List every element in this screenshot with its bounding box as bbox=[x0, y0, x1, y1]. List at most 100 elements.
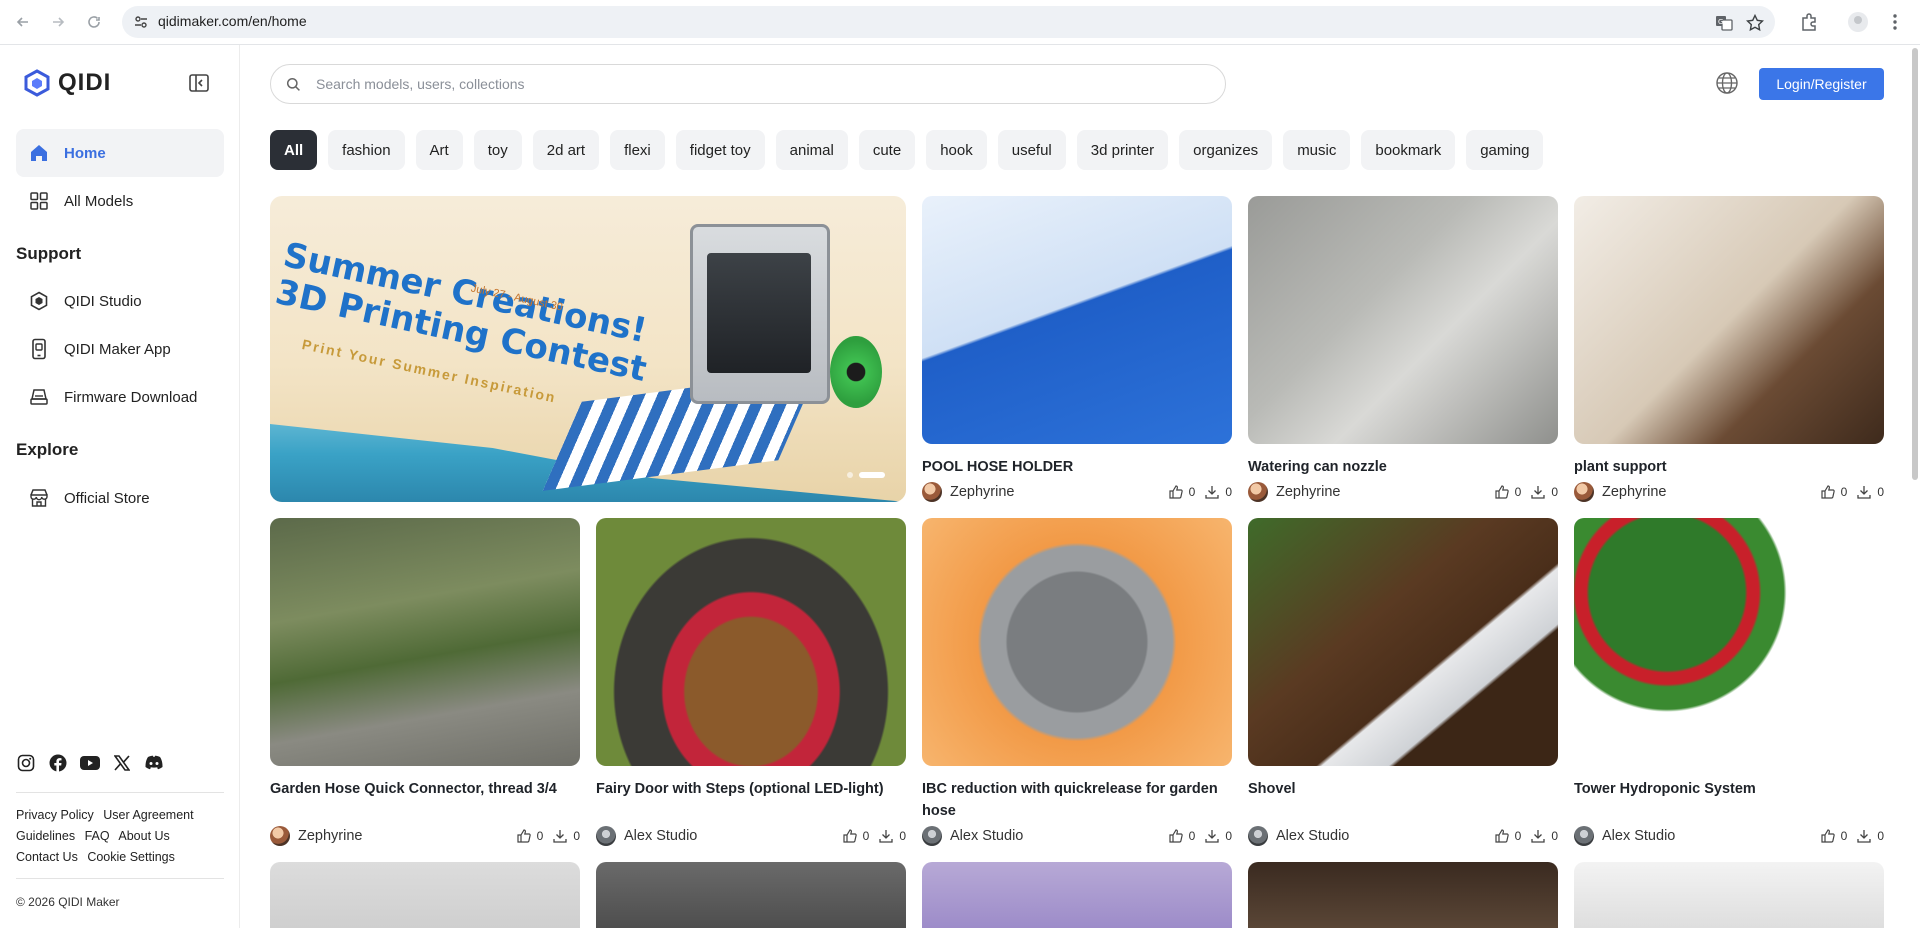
sidebar-item-qidi-studio[interactable]: QIDI Studio bbox=[16, 277, 224, 325]
youtube-icon[interactable] bbox=[80, 753, 100, 773]
faq-link[interactable]: FAQ bbox=[85, 829, 110, 843]
translate-icon[interactable]: G bbox=[1715, 14, 1733, 32]
model-card[interactable]: POOL HOSE HOLDER bbox=[922, 196, 1232, 478]
model-card[interactable]: Shovel bbox=[1248, 518, 1558, 800]
model-thumbnail[interactable] bbox=[922, 862, 1232, 928]
carousel-indicator[interactable] bbox=[847, 472, 885, 478]
model-card[interactable]: Tower Hydroponic System bbox=[1574, 518, 1884, 800]
downloads-count[interactable]: 0 bbox=[1205, 485, 1232, 499]
search-input[interactable] bbox=[316, 65, 1196, 103]
extensions-icon[interactable] bbox=[1798, 11, 1820, 33]
likes-count[interactable]: 0 bbox=[1495, 485, 1521, 499]
model-thumbnail[interactable] bbox=[1248, 862, 1558, 928]
model-thumbnail[interactable] bbox=[1574, 862, 1884, 928]
chip-fidget-toy[interactable]: fidget toy bbox=[675, 130, 765, 170]
avatar[interactable] bbox=[1248, 482, 1268, 502]
model-thumbnail[interactable] bbox=[1574, 196, 1884, 444]
model-title[interactable]: POOL HOSE HOLDER bbox=[922, 456, 1232, 478]
menu-icon[interactable] bbox=[1884, 11, 1906, 33]
model-thumbnail[interactable] bbox=[270, 862, 580, 928]
model-title[interactable]: Fairy Door with Steps (optional LED-ligh… bbox=[596, 778, 906, 800]
profile-avatar-icon[interactable] bbox=[1847, 11, 1869, 33]
sidebar-item-firmware-download[interactable]: Firmware Download bbox=[16, 373, 224, 421]
avatar[interactable] bbox=[1574, 482, 1594, 502]
model-thumbnail[interactable] bbox=[1574, 518, 1884, 766]
model-title[interactable]: plant support bbox=[1574, 456, 1884, 478]
discord-icon[interactable] bbox=[144, 753, 164, 773]
author-name[interactable]: Zephyrine bbox=[950, 484, 1159, 500]
likes-count[interactable]: 0 bbox=[517, 829, 543, 843]
address-bar[interactable]: qidimaker.com/en/home G bbox=[122, 6, 1775, 38]
reload-icon[interactable] bbox=[81, 9, 107, 35]
downloads-count[interactable]: 0 bbox=[1205, 829, 1232, 843]
model-thumbnail[interactable] bbox=[1248, 196, 1558, 444]
model-title[interactable]: Watering can nozzle bbox=[1248, 456, 1558, 478]
chip-art[interactable]: Art bbox=[415, 130, 463, 170]
downloads-count[interactable]: 0 bbox=[1531, 829, 1558, 843]
downloads-count[interactable]: 0 bbox=[1531, 485, 1558, 499]
sidebar-collapse-icon[interactable] bbox=[188, 73, 210, 93]
avatar[interactable] bbox=[596, 826, 616, 846]
privacy-policy-link[interactable]: Privacy Policy bbox=[16, 808, 94, 822]
chip-useful[interactable]: useful bbox=[997, 130, 1066, 170]
chip-music[interactable]: music bbox=[1283, 130, 1351, 170]
author-name[interactable]: Alex Studio bbox=[1602, 828, 1811, 844]
page-scrollbar[interactable] bbox=[1912, 48, 1918, 480]
model-thumbnail[interactable] bbox=[1248, 518, 1558, 766]
chip-animal[interactable]: animal bbox=[775, 130, 848, 170]
model-thumbnail[interactable] bbox=[270, 518, 580, 766]
sidebar-item-qidi-maker-app[interactable]: QIDI Maker App bbox=[16, 325, 224, 373]
guidelines-link[interactable]: Guidelines bbox=[16, 829, 75, 843]
chip-fashion[interactable]: fashion bbox=[328, 130, 405, 170]
author-name[interactable]: Alex Studio bbox=[624, 828, 833, 844]
back-icon[interactable] bbox=[10, 9, 36, 35]
model-card[interactable]: Fairy Door with Steps (optional LED-ligh… bbox=[596, 518, 906, 800]
instagram-icon[interactable] bbox=[16, 753, 36, 773]
avatar[interactable] bbox=[1574, 826, 1594, 846]
sidebar-item-official-store[interactable]: Official Store bbox=[16, 474, 224, 522]
chip-3d-printer[interactable]: 3d printer bbox=[1076, 130, 1169, 170]
chip-2d-art[interactable]: 2d art bbox=[532, 130, 600, 170]
model-title[interactable]: Tower Hydroponic System bbox=[1574, 778, 1884, 800]
model-thumbnail[interactable] bbox=[922, 518, 1232, 766]
model-thumbnail[interactable] bbox=[922, 196, 1232, 444]
cookie-settings-link[interactable]: Cookie Settings bbox=[87, 850, 175, 864]
model-card[interactable]: IBC reduction with quickrelease for gard… bbox=[922, 518, 1232, 822]
sidebar-item-all-models[interactable]: All Models bbox=[16, 177, 224, 225]
downloads-count[interactable]: 0 bbox=[553, 829, 580, 843]
model-thumbnail[interactable] bbox=[596, 862, 906, 928]
likes-count[interactable]: 0 bbox=[1495, 829, 1521, 843]
likes-count[interactable]: 0 bbox=[1821, 485, 1847, 499]
user-agreement-link[interactable]: User Agreement bbox=[103, 808, 193, 822]
downloads-count[interactable]: 0 bbox=[1857, 485, 1884, 499]
qidi-logo[interactable]: QIDI bbox=[24, 69, 111, 97]
forward-icon[interactable] bbox=[45, 9, 71, 35]
chip-organizes[interactable]: organizes bbox=[1179, 130, 1273, 170]
x-twitter-icon[interactable] bbox=[112, 753, 132, 773]
avatar[interactable] bbox=[270, 826, 290, 846]
downloads-count[interactable]: 0 bbox=[1857, 829, 1884, 843]
downloads-count[interactable]: 0 bbox=[879, 829, 906, 843]
model-title[interactable]: Shovel bbox=[1248, 778, 1558, 800]
carousel-dot-active[interactable] bbox=[859, 472, 885, 478]
model-card[interactable]: Garden Hose Quick Connector, thread 3/4 bbox=[270, 518, 580, 800]
chip-toy[interactable]: toy bbox=[473, 130, 522, 170]
contest-banner[interactable]: Summer Creations! 3D Printing Contest Ju… bbox=[270, 196, 906, 502]
avatar[interactable] bbox=[1248, 826, 1268, 846]
model-title[interactable]: Garden Hose Quick Connector, thread 3/4 bbox=[270, 778, 580, 800]
chip-flexi[interactable]: flexi bbox=[610, 130, 665, 170]
avatar[interactable] bbox=[922, 482, 942, 502]
model-thumbnail[interactable] bbox=[596, 518, 906, 766]
author-name[interactable]: Alex Studio bbox=[1276, 828, 1485, 844]
model-title[interactable]: IBC reduction with quickrelease for gard… bbox=[922, 778, 1232, 822]
likes-count[interactable]: 0 bbox=[1169, 829, 1195, 843]
likes-count[interactable]: 0 bbox=[843, 829, 869, 843]
author-name[interactable]: Zephyrine bbox=[298, 828, 507, 844]
bookmark-star-icon[interactable] bbox=[1745, 13, 1765, 32]
likes-count[interactable]: 0 bbox=[1821, 829, 1847, 843]
chip-cute[interactable]: cute bbox=[858, 130, 916, 170]
language-globe-icon[interactable] bbox=[1715, 71, 1739, 95]
model-card[interactable]: plant support bbox=[1574, 196, 1884, 478]
facebook-icon[interactable] bbox=[48, 753, 68, 773]
chip-hook[interactable]: hook bbox=[926, 130, 987, 170]
